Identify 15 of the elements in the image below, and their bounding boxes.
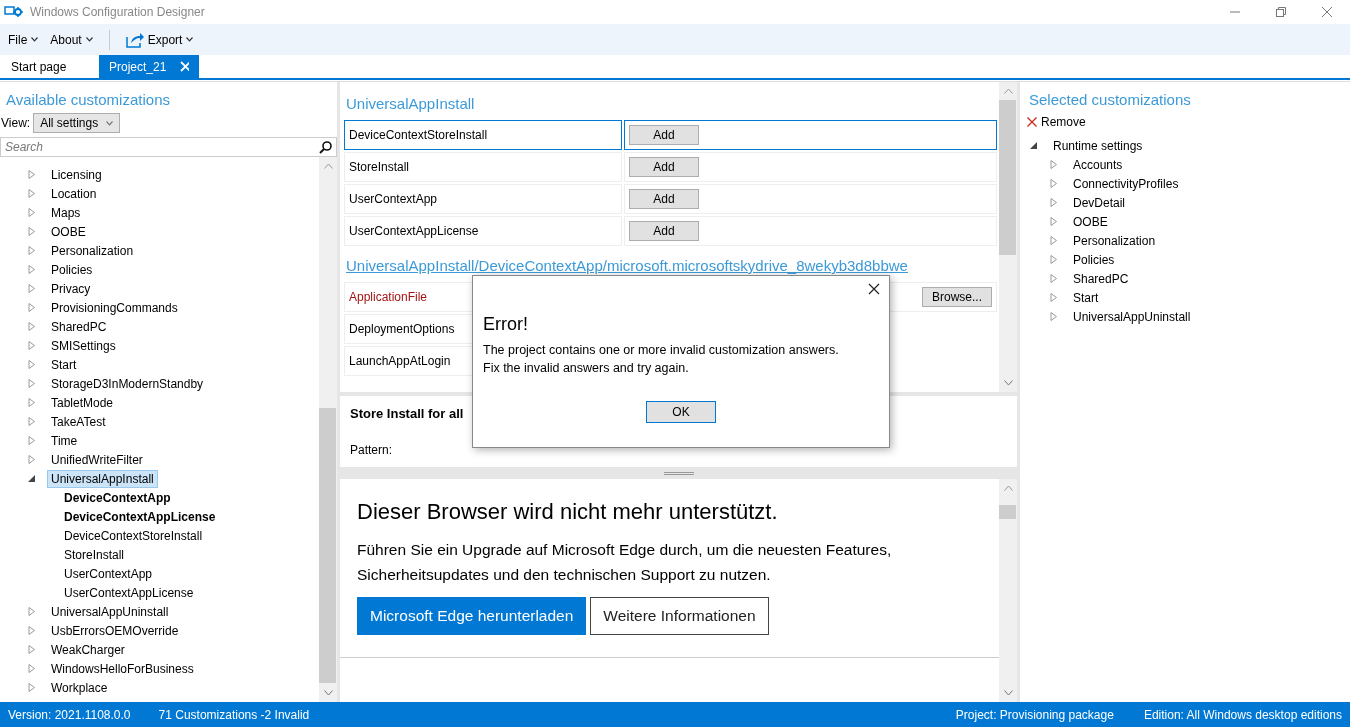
section-title: UniversalAppInstall [345,94,476,114]
notice-text: Führen Sie ein Upgrade auf Microsoft Edge durch, um die neuesten Features, Sicherheitsupdates und den technischen Support zu nutzen. [357,540,893,585]
version-text: Version: 2021.1108.0.0 [8,707,131,722]
panel-title: Available customizations [5,90,171,110]
pattern-label: Pattern: [350,443,393,457]
view-label: View: [1,116,31,130]
description-title: Store Install for all [350,406,464,421]
dialog-title: Error! [483,314,529,335]
window-title: Windows Configuration Designer [30,5,205,19]
project-text: Project: Provisioning package [955,707,1114,722]
customization-count: 71 Customizations -2 Invalid [158,707,310,722]
panel-title: Selected customizations [1028,90,1192,110]
dialog-message: The project contains one or more invalid customization answers. Fix the invalid answers and try again. [483,342,839,377]
edition-text: Edition: All Windows desktop editions [1143,707,1342,722]
notice-heading: Dieser Browser wird nicht mehr unterstützt. [357,499,779,525]
